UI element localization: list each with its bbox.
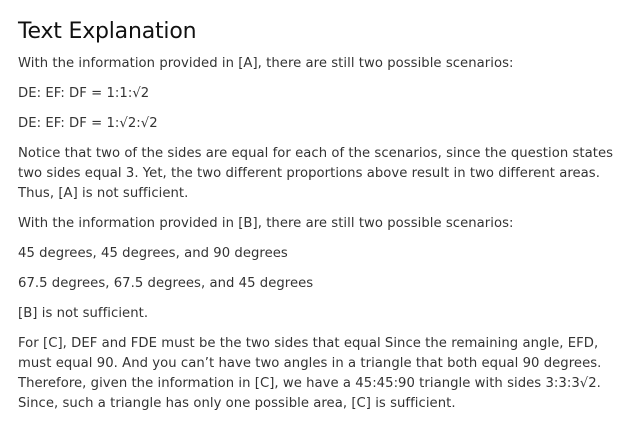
paragraph-a-intro: With the information provided in [A], th… bbox=[18, 56, 514, 71]
paragraph-b-scenario-2: 67.5 degrees, 67.5 degrees, and 45 degre… bbox=[18, 276, 314, 291]
paragraph-a-scenario-1: DE: EF: DF = 1:1:√2 bbox=[18, 86, 150, 101]
paragraph-a-scenario-2: DE: EF: DF = 1:√2:√2 bbox=[18, 116, 158, 131]
paragraph-b-scenario-1: 45 degrees, 45 degrees, and 90 degrees bbox=[18, 246, 288, 261]
page-title: Text Explanation bbox=[18, 19, 197, 44]
paragraph-c-explanation: For [C], DEF and FDE must be the two sid… bbox=[18, 336, 602, 411]
paragraph-b-intro: With the information provided in [B], th… bbox=[18, 216, 514, 231]
explanation-panel: Text Explanation With the information pr… bbox=[18, 0, 616, 424]
paragraph-b-conclusion: [B] is not sufficient. bbox=[18, 306, 149, 321]
paragraph-a-conclusion: Notice that two of the sides are equal f… bbox=[18, 146, 614, 201]
